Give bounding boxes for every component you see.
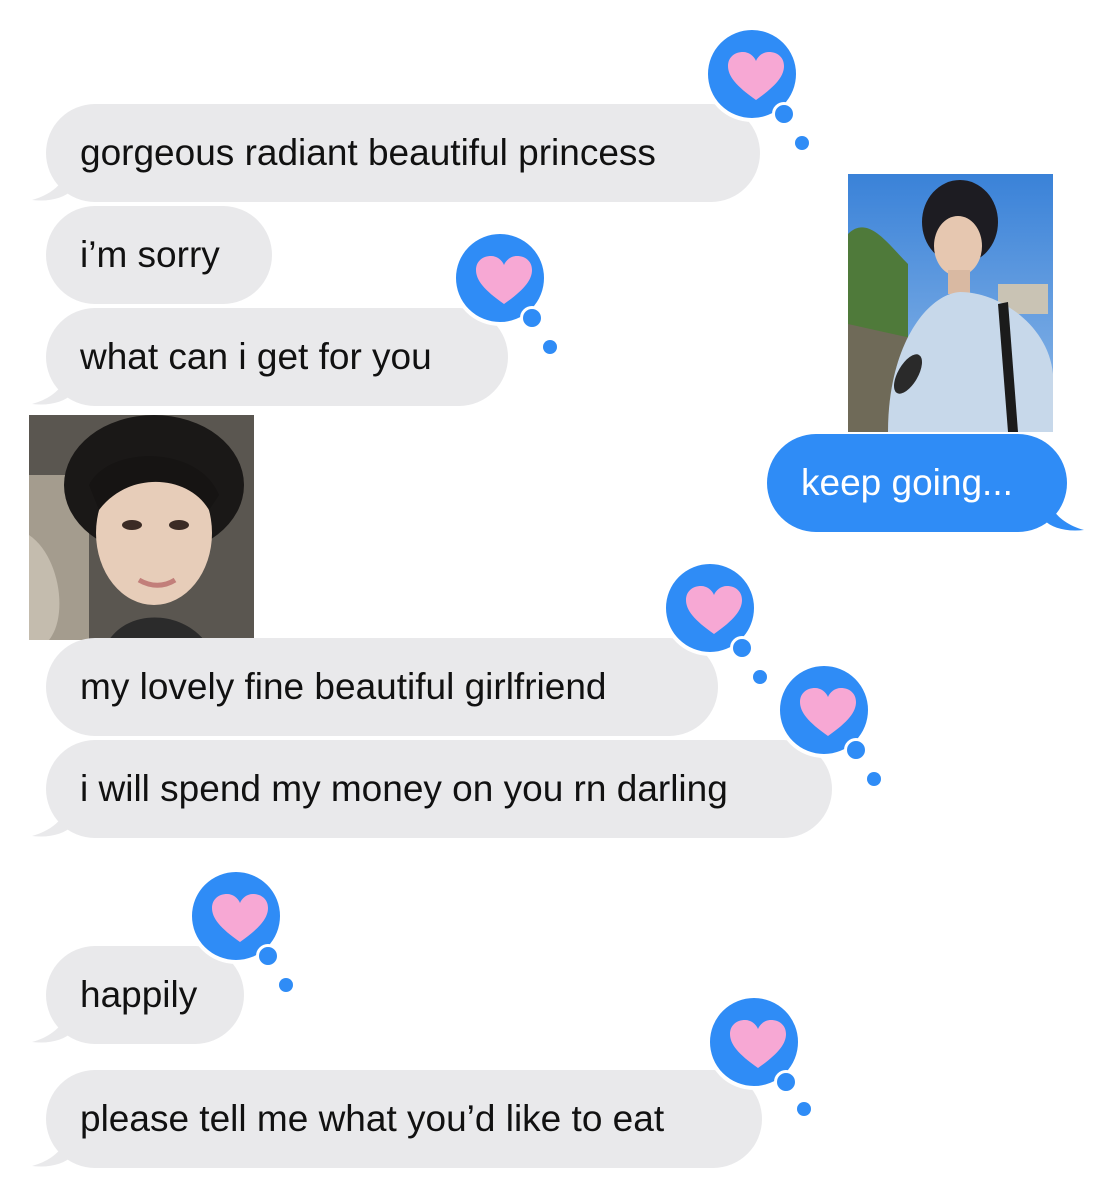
tapback-dot — [772, 102, 796, 126]
received-photo[interactable] — [29, 415, 254, 640]
sent-photo[interactable] — [848, 174, 1053, 432]
message-bubble-received[interactable]: what can i get for you — [46, 308, 508, 406]
heart-icon — [686, 586, 742, 634]
heart-icon — [728, 52, 784, 100]
message-bubble-received[interactable]: my lovely fine beautiful girlfriend — [46, 638, 718, 736]
message-bubble-received[interactable]: please tell me what you’d like to eat — [46, 1070, 762, 1168]
tapback-dot — [797, 1102, 811, 1116]
tapback-dot — [520, 306, 544, 330]
tapback-dot — [774, 1070, 798, 1094]
tapback-dot — [543, 340, 557, 354]
tapback-dot — [730, 636, 754, 660]
heart-icon — [800, 688, 856, 736]
message-bubble-sent[interactable]: keep going... — [767, 434, 1067, 532]
message-bubble-received[interactable]: i will spend my money on you rn darling — [46, 740, 832, 838]
tapback-dot — [256, 944, 280, 968]
message-bubble-received[interactable]: gorgeous radiant beautiful princess — [46, 104, 760, 202]
message-bubble-received[interactable]: i’m sorry — [46, 206, 272, 304]
tapback-dot — [844, 738, 868, 762]
heart-icon — [476, 256, 532, 304]
heart-icon — [212, 894, 268, 942]
tapback-dot — [279, 978, 293, 992]
message-bubble-received[interactable]: happily — [46, 946, 244, 1044]
heart-icon — [730, 1020, 786, 1068]
messages-thread: { "thread": { "messages": [ {"id": "m1",… — [0, 0, 1113, 1200]
tapback-dot — [867, 772, 881, 786]
tapback-dot — [795, 136, 809, 150]
tapback-dot — [753, 670, 767, 684]
